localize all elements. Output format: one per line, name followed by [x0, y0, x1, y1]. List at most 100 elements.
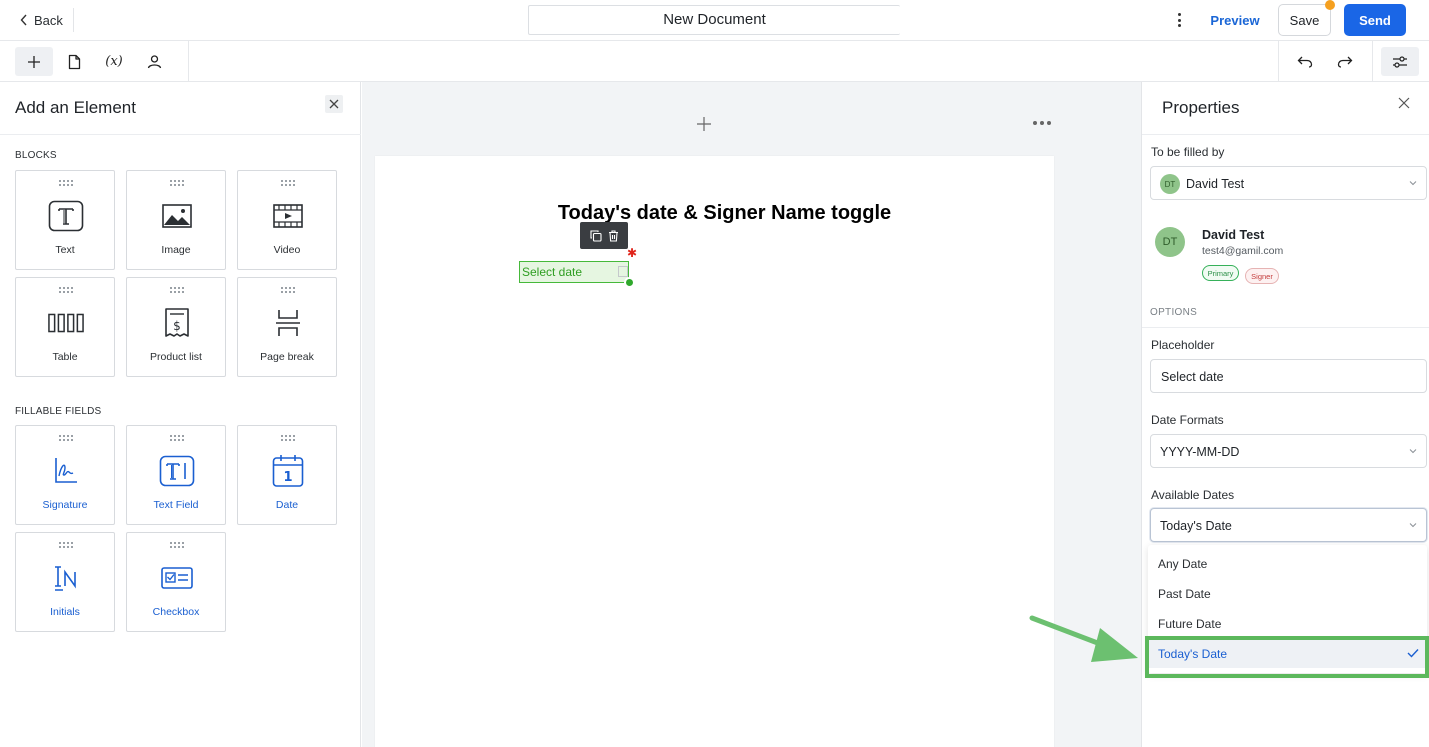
chevron-down-icon — [1409, 449, 1417, 454]
filled-by-label: To be filled by — [1151, 145, 1225, 159]
placeholder-value: Select date — [1161, 370, 1224, 384]
redo-button[interactable] — [1326, 47, 1364, 76]
text-field-icon — [159, 454, 195, 488]
image-icon — [159, 199, 195, 233]
document-heading[interactable]: Today's date & Signer Name toggle — [375, 202, 1054, 225]
tile-label: Table — [52, 351, 78, 363]
close-icon — [329, 99, 339, 109]
page-break-icon — [270, 306, 306, 340]
document-page: Today's date & Signer Name toggle ✱ Sele… — [375, 156, 1054, 747]
divider — [1142, 327, 1429, 328]
filled-by-value: David Test — [1186, 177, 1245, 191]
add-section-icon[interactable] — [697, 117, 711, 131]
drag-handle-icon — [170, 435, 184, 441]
panel-title: Add an Element — [15, 98, 136, 117]
blocks-section-label: BLOCKS — [15, 150, 57, 161]
document-title-input[interactable]: New Document — [528, 5, 900, 35]
undo-icon — [1297, 56, 1313, 68]
chevron-left-icon — [20, 14, 27, 26]
calendar-icon — [618, 266, 628, 277]
option-past-date[interactable]: Past Date — [1148, 580, 1427, 608]
signer-name: David Test — [1202, 228, 1265, 242]
video-block-tile[interactable]: Video — [237, 170, 337, 270]
document-button[interactable] — [55, 47, 93, 76]
close-properties-button[interactable] — [1398, 96, 1414, 112]
initials-icon — [48, 561, 84, 595]
send-button[interactable]: Send — [1344, 4, 1406, 36]
recipients-button[interactable] — [135, 47, 173, 76]
variable-icon: (x) — [105, 54, 123, 69]
placeholder-label: Placeholder — [1151, 338, 1215, 352]
close-icon — [1398, 97, 1410, 109]
initials-field-tile[interactable]: Initials — [15, 532, 115, 632]
image-block-tile[interactable]: Image — [126, 170, 226, 270]
date-format-select[interactable]: YYYY-MM-DD — [1150, 434, 1427, 468]
option-any-date[interactable]: Any Date — [1148, 550, 1427, 578]
avatar: DT — [1160, 174, 1180, 194]
signature-icon — [48, 454, 84, 488]
resize-handle[interactable] — [624, 277, 635, 288]
tile-label: Signature — [42, 499, 88, 511]
page-break-block-tile[interactable]: Page break — [237, 277, 337, 377]
preview-button[interactable]: Preview — [1204, 5, 1266, 35]
document-canvas: Today's date & Signer Name toggle ✱ Sele… — [362, 82, 1141, 747]
tile-label: Initials — [50, 606, 80, 618]
date-format-value: YYYY-MM-DD — [1160, 445, 1240, 459]
placeholder-input[interactable]: Select date — [1150, 359, 1427, 393]
redo-icon — [1337, 56, 1353, 68]
date-field-element[interactable]: Select date — [519, 261, 635, 288]
drag-handle-icon — [170, 542, 184, 548]
available-dates-value: Today's Date — [1160, 519, 1232, 533]
tile-label: Checkbox — [152, 606, 200, 618]
drag-handle-icon — [281, 287, 295, 293]
close-panel-button[interactable] — [325, 95, 343, 113]
more-options-icon[interactable] — [1170, 10, 1188, 30]
required-marker-icon: ✱ — [627, 246, 638, 260]
table-icon — [48, 306, 84, 340]
divider — [188, 41, 189, 82]
signature-field-tile[interactable]: Signature — [15, 425, 115, 525]
available-dates-select[interactable]: Today's Date — [1150, 508, 1427, 542]
plus-icon — [28, 55, 40, 68]
section-more-icon[interactable] — [1033, 121, 1051, 127]
undo-button[interactable] — [1286, 47, 1324, 76]
table-block-tile[interactable]: Table — [15, 277, 115, 377]
tile-label: Date — [275, 499, 299, 511]
field-toolbar — [580, 222, 628, 249]
filled-by-select[interactable]: DT David Test — [1150, 166, 1427, 200]
trash-icon[interactable] — [608, 229, 619, 242]
checkbox-field-tile[interactable]: Checkbox — [126, 532, 226, 632]
signer-email: test4@gamil.com — [1202, 245, 1284, 257]
settings-button[interactable] — [1381, 47, 1419, 76]
duplicate-icon[interactable] — [589, 229, 602, 242]
variables-button[interactable]: (x) — [95, 47, 133, 76]
back-button[interactable]: Back — [20, 10, 63, 30]
divider — [1278, 41, 1279, 82]
tile-label: Page break — [260, 351, 314, 363]
document-icon — [68, 54, 80, 69]
divider — [1372, 41, 1373, 82]
drag-handle-icon — [59, 287, 73, 293]
sliders-icon — [1393, 55, 1407, 68]
save-button[interactable]: Save — [1278, 4, 1331, 36]
add-element-button[interactable] — [15, 47, 53, 76]
text-block-tile[interactable]: Text — [15, 170, 115, 270]
fillable-fields-section-label: FILLABLE FIELDS — [15, 406, 102, 417]
top-bar: Back New Document Preview Save Send — [0, 0, 1429, 41]
tile-label: Video — [273, 244, 301, 256]
option-future-date[interactable]: Future Date — [1148, 610, 1427, 638]
date-field-tile[interactable]: 1 Date — [237, 425, 337, 525]
divider — [73, 8, 74, 32]
date-formats-label: Date Formats — [1151, 413, 1224, 427]
tile-label: Image — [161, 244, 191, 256]
drag-handle-icon — [170, 180, 184, 186]
primary-badge: Primary — [1202, 265, 1239, 281]
product-list-block-tile[interactable]: $ Product list — [126, 277, 226, 377]
date-field-placeholder: Select date — [522, 265, 583, 279]
available-dates-label: Available Dates — [1151, 488, 1235, 502]
chevron-down-icon — [1409, 181, 1417, 186]
video-icon — [270, 199, 306, 233]
drag-handle-icon — [59, 180, 73, 186]
text-field-tile[interactable]: Text Field — [126, 425, 226, 525]
svg-text:1: 1 — [283, 470, 292, 485]
